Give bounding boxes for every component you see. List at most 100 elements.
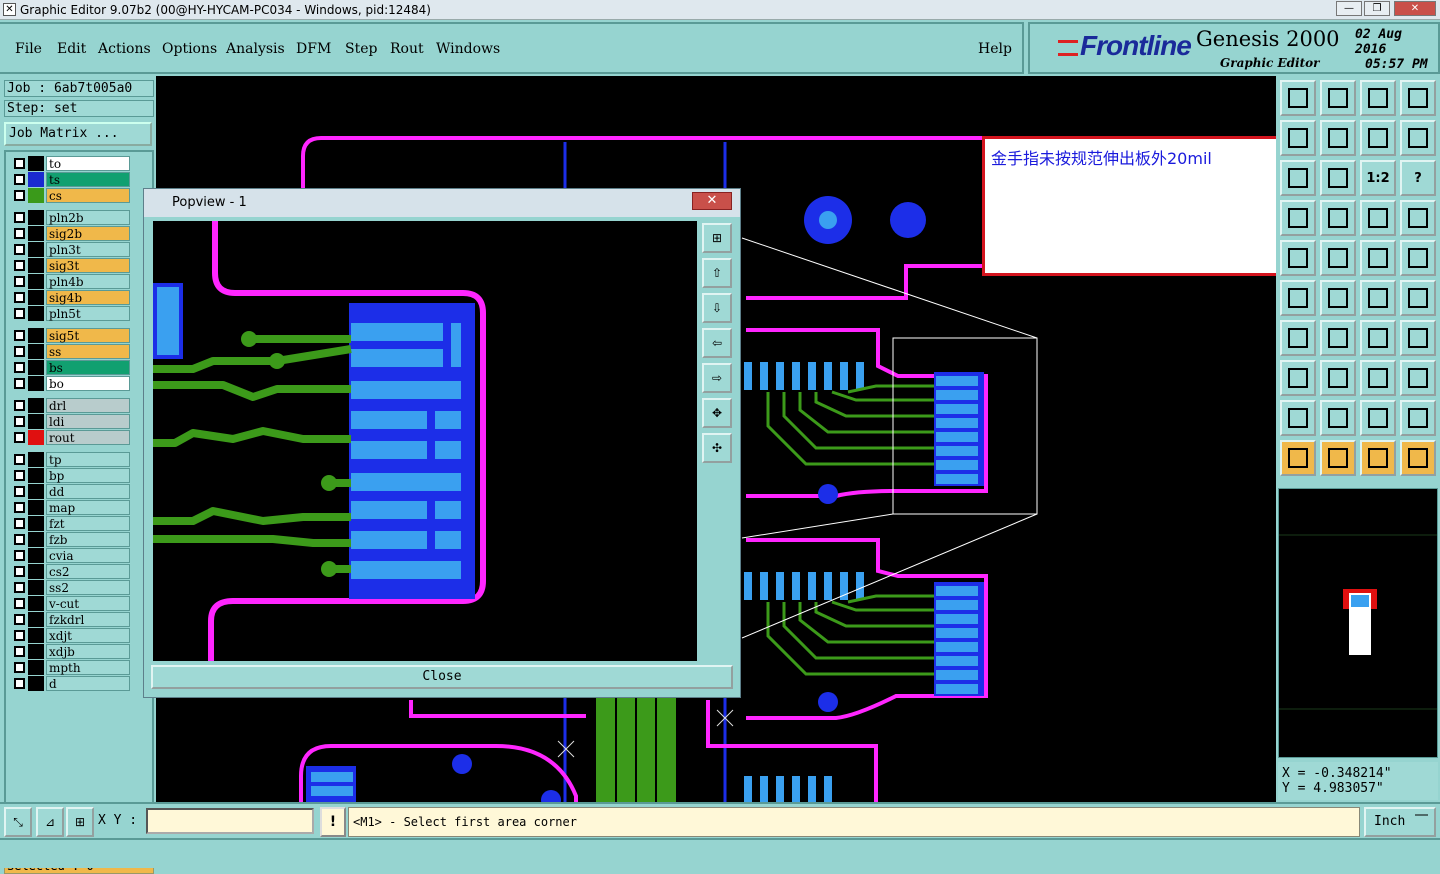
- layer-row-ts[interactable]: ts: [10, 172, 130, 187]
- move-icon[interactable]: [1320, 160, 1356, 196]
- layer-name[interactable]: xdjb: [46, 644, 130, 659]
- zoom-window-icon[interactable]: ⊿: [36, 807, 64, 837]
- units-select[interactable]: Inch ⎺: [1364, 807, 1436, 837]
- layer-row-pln5t[interactable]: pln5t: [10, 306, 130, 321]
- layer-checkbox[interactable]: [14, 454, 25, 465]
- layer-color-swatch[interactable]: [28, 360, 44, 375]
- layer-color-swatch[interactable]: [28, 532, 44, 547]
- pan-right-icon[interactable]: [1320, 120, 1356, 156]
- layer-name[interactable]: cs2: [46, 564, 130, 579]
- layer-name[interactable]: map: [46, 500, 130, 515]
- layer-checkbox[interactable]: [14, 362, 25, 373]
- layer-row-ss2[interactable]: ss2: [10, 580, 130, 595]
- popview-fit-icon[interactable]: ✣: [702, 433, 732, 463]
- popview-close-icon[interactable]: ✕: [692, 192, 732, 210]
- layer-color-swatch[interactable]: [28, 468, 44, 483]
- popview-pan-left-icon[interactable]: ⇦: [702, 328, 732, 358]
- snap-icon[interactable]: [1360, 200, 1396, 236]
- layer-checkbox[interactable]: [14, 486, 25, 497]
- menu-step[interactable]: Step: [345, 41, 377, 57]
- popview-pan-up-icon[interactable]: ⇧: [702, 258, 732, 288]
- layer-name[interactable]: ss2: [46, 580, 130, 595]
- layer-row-sig5t[interactable]: sig5t: [10, 328, 130, 343]
- layer-color-swatch[interactable]: [28, 430, 44, 445]
- layer-checkbox[interactable]: [14, 582, 25, 593]
- layer-name[interactable]: drl: [46, 398, 130, 413]
- split-icon[interactable]: [1400, 320, 1436, 356]
- layer-row-ss[interactable]: ss: [10, 344, 130, 359]
- menu-analysis[interactable]: Analysis: [226, 41, 285, 57]
- menu-edit[interactable]: Edit: [57, 41, 86, 57]
- layer-color-swatch[interactable]: [28, 628, 44, 643]
- layer-checkbox[interactable]: [14, 346, 25, 357]
- layer-color-swatch[interactable]: [28, 376, 44, 391]
- swap-icon[interactable]: [1360, 120, 1396, 156]
- layer-name[interactable]: to: [46, 156, 130, 171]
- layer-checkbox[interactable]: [14, 614, 25, 625]
- layer-name[interactable]: pln4b: [46, 274, 130, 289]
- layer-color-swatch[interactable]: [28, 548, 44, 563]
- layer-color-swatch[interactable]: [28, 596, 44, 611]
- menu-windows[interactable]: Windows: [436, 41, 500, 57]
- layer-name[interactable]: sig2b: [46, 226, 130, 241]
- warning-icon[interactable]: !: [320, 807, 346, 837]
- layer-row-sig2b[interactable]: sig2b: [10, 226, 130, 241]
- pan-left-icon[interactable]: [1280, 160, 1316, 196]
- layer-row-fzt[interactable]: fzt: [10, 516, 130, 531]
- layer-color-swatch[interactable]: [28, 516, 44, 531]
- layer-name[interactable]: dd: [46, 484, 130, 499]
- layer-checkbox[interactable]: [14, 228, 25, 239]
- popview-close-button[interactable]: Close: [151, 665, 733, 689]
- layer-color-swatch[interactable]: [28, 274, 44, 289]
- layer-row-mpth[interactable]: mpth: [10, 660, 130, 675]
- layer-name[interactable]: rout: [46, 430, 130, 445]
- point-icon[interactable]: [1280, 360, 1316, 396]
- layer-row-xdjt[interactable]: xdjt: [10, 628, 130, 643]
- minimize-button[interactable]: —: [1336, 1, 1362, 16]
- layer-color-swatch[interactable]: [28, 226, 44, 241]
- layer-color-swatch[interactable]: [28, 188, 44, 203]
- layer-checkbox[interactable]: [14, 662, 25, 673]
- layer-color-swatch[interactable]: [28, 660, 44, 675]
- layer-name[interactable]: bo: [46, 376, 130, 391]
- layer-checkbox[interactable]: [14, 502, 25, 513]
- close-window-button[interactable]: ✕: [1394, 1, 1436, 16]
- snap-grid-icon[interactable]: ⊞: [66, 807, 94, 837]
- layer-color-swatch[interactable]: [28, 676, 44, 691]
- measure-icon[interactable]: [1320, 240, 1356, 276]
- layer-color-swatch[interactable]: [28, 328, 44, 343]
- fit-icon[interactable]: [1360, 80, 1396, 116]
- layer-color-swatch[interactable]: [28, 564, 44, 579]
- layer-color-swatch[interactable]: [28, 290, 44, 305]
- layer-name[interactable]: fzb: [46, 532, 130, 547]
- layer-checkbox[interactable]: [14, 174, 25, 185]
- xy-input[interactable]: [146, 808, 314, 834]
- zoom-home-icon[interactable]: [1320, 80, 1356, 116]
- home-icon[interactable]: [1280, 80, 1316, 116]
- layer-row-cs2[interactable]: cs2: [10, 564, 130, 579]
- arc-icon[interactable]: [1360, 280, 1396, 316]
- layer-color-swatch[interactable]: [28, 612, 44, 627]
- layer-row-bp[interactable]: bp: [10, 468, 130, 483]
- layer-name[interactable]: tp: [46, 452, 130, 467]
- layer-color-swatch[interactable]: [28, 344, 44, 359]
- menu-rout[interactable]: Rout: [390, 41, 424, 57]
- layer-checkbox[interactable]: [14, 518, 25, 529]
- layer-name[interactable]: bp: [46, 468, 130, 483]
- pad-icon[interactable]: [1400, 240, 1436, 276]
- slash-icon[interactable]: [1320, 320, 1356, 356]
- bracket-icon[interactable]: [1360, 360, 1396, 396]
- layer-color-swatch[interactable]: [28, 306, 44, 321]
- layer-checkbox[interactable]: [14, 292, 25, 303]
- select-icon[interactable]: [1280, 440, 1316, 476]
- layer-checkbox[interactable]: [14, 244, 25, 255]
- layer-name[interactable]: ldi: [46, 414, 130, 429]
- layer-checkbox[interactable]: [14, 212, 25, 223]
- popview-zoom-out-icon[interactable]: ✥: [702, 398, 732, 428]
- cross-icon[interactable]: [1320, 280, 1356, 316]
- layer-name[interactable]: pln3t: [46, 242, 130, 257]
- layer-checkbox[interactable]: [14, 158, 25, 169]
- layer-name[interactable]: pln2b: [46, 210, 130, 225]
- layer-checkbox[interactable]: [14, 550, 25, 561]
- layer-name[interactable]: sig4b: [46, 290, 130, 305]
